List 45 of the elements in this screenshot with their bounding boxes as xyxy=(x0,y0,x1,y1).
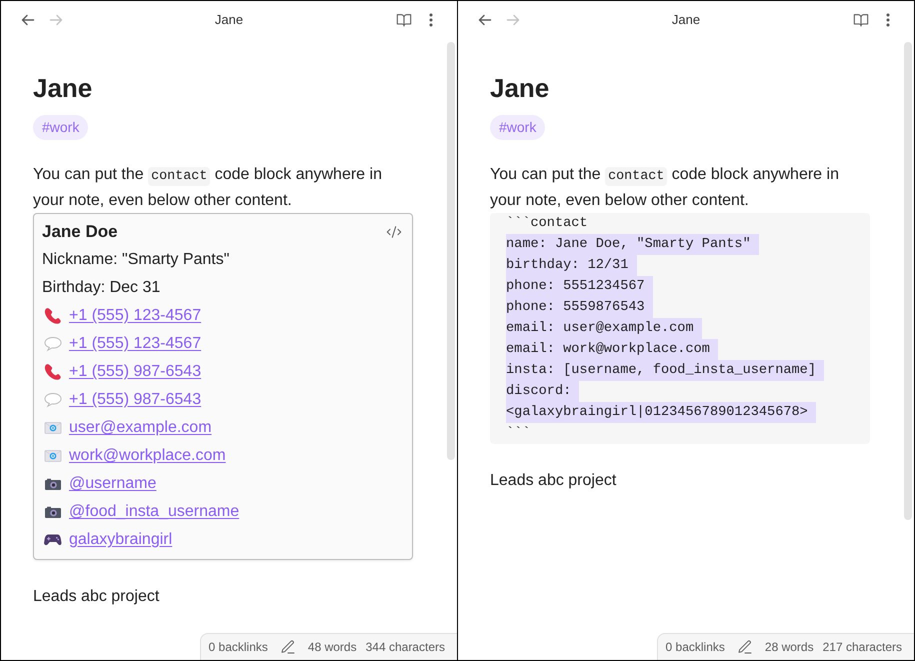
character-count: 217 characters xyxy=(822,640,902,654)
envelope-icon xyxy=(44,419,62,437)
more-options-icon[interactable] xyxy=(429,12,433,26)
scrollbar-thumb[interactable] xyxy=(904,42,912,520)
note-paragraph: You can put the contact code block anywhere in your note, even below other content. xyxy=(33,165,383,211)
contact-name: Jane Doe xyxy=(42,222,118,242)
contact-link[interactable]: galaxybraingirl xyxy=(69,529,172,551)
book-icon[interactable] xyxy=(396,12,412,28)
pencil-icon[interactable] xyxy=(736,639,753,655)
contact-link[interactable]: +1 (555) 123-4567 xyxy=(69,305,202,327)
note-paragraph: You can put the contact code block anywhere in your note, even below other content. xyxy=(490,165,840,211)
note-heading: Jane xyxy=(490,72,550,104)
pane-title: Jane xyxy=(672,12,700,27)
note-paragraph: Leads abc project xyxy=(490,471,618,491)
contact-link[interactable]: work@workplace.com xyxy=(69,445,226,467)
pane-title: Jane xyxy=(214,12,244,27)
contact-link[interactable]: +1 (555) 987-6543 xyxy=(69,389,202,411)
backlinks-count[interactable]: 0 backlinks xyxy=(208,640,268,654)
contact-field: Nickname: "Smarty Pants" xyxy=(42,246,404,274)
phone-icon xyxy=(44,363,62,381)
speech-bubble-icon xyxy=(44,335,62,353)
contact-field: Birthday: Dec 31 xyxy=(42,274,404,302)
envelope-icon xyxy=(44,447,62,465)
pencil-icon[interactable] xyxy=(280,639,296,655)
backlinks-count[interactable]: 0 backlinks xyxy=(666,640,725,654)
code-icon[interactable] xyxy=(386,224,402,240)
scrollbar-thumb[interactable] xyxy=(447,42,455,460)
tag[interactable]: #work xyxy=(490,115,546,140)
phone-icon xyxy=(44,307,62,325)
speech-bubble-icon xyxy=(44,391,62,409)
contact-link[interactable]: +1 (555) 123-4567 xyxy=(69,333,202,355)
contact-link[interactable]: user@example.com xyxy=(69,417,212,439)
word-count: 48 words xyxy=(308,640,357,654)
code-line: ``` xyxy=(506,425,532,443)
more-options-icon[interactable] xyxy=(886,12,890,26)
tag[interactable]: #work xyxy=(33,115,88,140)
word-count: 28 words xyxy=(764,640,814,654)
book-icon[interactable] xyxy=(853,12,869,28)
note-paragraph: Leads abc project xyxy=(33,587,160,607)
contact-link[interactable]: @food_insta_username xyxy=(69,501,240,523)
character-count: 344 characters xyxy=(366,640,445,654)
contact-link[interactable]: +1 (555) 987-6543 xyxy=(69,361,202,383)
note-heading: Jane xyxy=(33,72,94,104)
contact-link[interactable]: @username xyxy=(69,473,156,495)
code-line: ```contact xyxy=(506,215,589,233)
